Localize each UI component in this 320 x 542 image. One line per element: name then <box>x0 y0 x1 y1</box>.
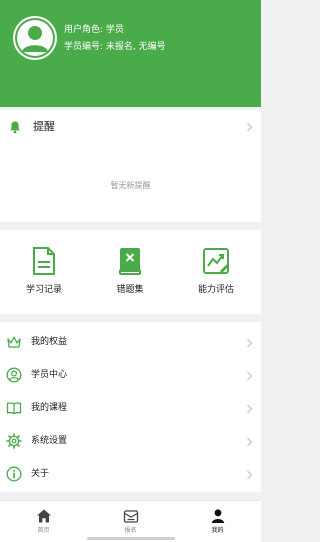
menu-item-my-courses[interactable]: 我的课程 <box>0 392 261 425</box>
profile-header: 用户角色: 学员 学员编号: 未报名, 无编号 <box>0 0 261 107</box>
menu-label: 系统设置 <box>31 436 68 446</box>
menu-item-student-center[interactable]: 学员中心 <box>0 359 261 392</box>
menu-item-about[interactable]: 关于 <box>0 458 261 491</box>
menu-label: 我的权益 <box>31 337 68 347</box>
user-circle-icon <box>6 367 22 383</box>
tab-label: 我的 <box>211 527 224 534</box>
chevron-right-icon <box>247 338 253 348</box>
user-role: 用户角色: 学员 <box>64 25 124 35</box>
person-icon <box>211 509 224 523</box>
wrong-questions-button[interactable]: 错题集 <box>87 246 173 296</box>
menu-item-system-settings[interactable]: 系统设置 <box>0 425 261 458</box>
chevron-right-icon <box>247 470 253 480</box>
open-book-icon <box>6 402 22 415</box>
quick-label: 能力评估 <box>197 285 234 295</box>
reminder-card: 提醒 暂无新提醒 <box>0 110 261 222</box>
chart-trend-icon <box>203 248 229 274</box>
chevron-right-icon <box>247 404 253 414</box>
quick-label: 错题集 <box>116 285 144 295</box>
document-icon <box>33 247 55 275</box>
bottom-tab-bar: 首页 报名 我的 <box>0 500 261 542</box>
chevron-right-icon <box>247 437 253 447</box>
enroll-icon <box>123 510 138 523</box>
avatar[interactable] <box>13 16 57 60</box>
menu-label: 学员中心 <box>31 370 68 380</box>
quick-actions: 学习记录 错题集 能力评估 <box>0 230 261 314</box>
tab-home[interactable]: 首页 <box>0 508 87 535</box>
chevron-right-icon <box>247 371 253 381</box>
gear-icon <box>6 433 22 449</box>
tab-label: 报名 <box>124 527 137 534</box>
tab-enroll[interactable]: 报名 <box>87 508 174 535</box>
tab-mine[interactable]: 我的 <box>174 508 261 535</box>
tab-label: 首页 <box>37 527 50 534</box>
study-record-button[interactable]: 学习记录 <box>1 246 87 296</box>
ability-assessment-button[interactable]: 能力评估 <box>173 246 259 296</box>
bell-icon <box>10 121 20 134</box>
student-id: 学员编号: 未报名, 无编号 <box>64 42 166 52</box>
info-icon <box>6 466 22 482</box>
menu-label: 关于 <box>31 469 50 479</box>
settings-menu: 我的权益 学员中心 我的课程 系统设置 关于 <box>0 322 261 492</box>
reminder-title: 提醒 <box>33 120 55 133</box>
menu-item-benefits[interactable]: 我的权益 <box>0 326 261 359</box>
user-placeholder-icon <box>15 18 55 58</box>
quick-label: 学习记录 <box>25 285 62 295</box>
home-indicator <box>87 537 175 540</box>
empty-reminder-text: 暂无新提醒 <box>110 181 151 190</box>
my-page: 用户角色: 学员 学员编号: 未报名, 无编号 提醒 暂无新提醒 学习记录 错题… <box>0 0 261 542</box>
user-info: 用户角色: 学员 学员编号: 未报名, 无编号 <box>64 23 166 54</box>
chevron-right-icon <box>247 122 253 132</box>
crown-icon <box>7 336 21 348</box>
reminder-header[interactable]: 提醒 <box>0 110 261 144</box>
menu-label: 我的课程 <box>31 403 68 413</box>
book-icon <box>119 248 141 275</box>
home-icon <box>36 509 51 523</box>
